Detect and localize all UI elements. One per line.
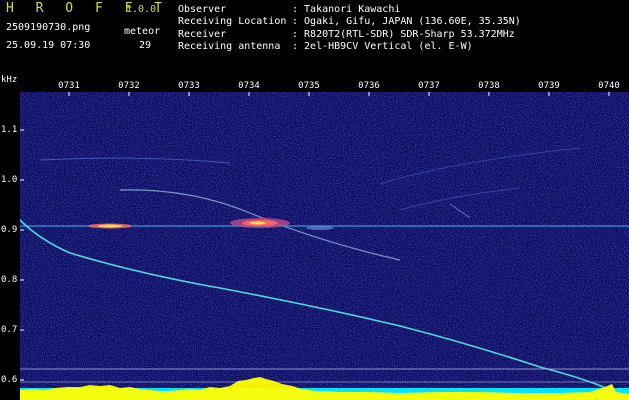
info-value: : R820T2(RTL-SDR) SDR-Sharp 53.372MHz — [292, 28, 515, 40]
freq-tick-label: 1.0 — [1, 175, 18, 185]
freq-tick-label: 0.6 — [1, 375, 18, 385]
app-version: 1.0.0 — [126, 4, 157, 15]
meteor-echo-core — [250, 221, 266, 225]
info-row-observer: Observer : Takanori Kawachi — [178, 4, 521, 16]
freq-unit-label: kHz — [1, 75, 18, 85]
info-value: : Takanori Kawachi — [292, 4, 401, 15]
spectrogram — [20, 92, 629, 400]
meteor-count: 29 — [139, 40, 152, 51]
time-tick-label: 0734 — [238, 81, 260, 91]
time-tick-label: 0732 — [118, 81, 140, 91]
freq-tick-label: 0.7 — [1, 325, 18, 335]
info-label: Receiving antenna — [178, 40, 281, 52]
freq-tick-label: 0.8 — [1, 275, 18, 285]
noise-texture — [20, 92, 629, 400]
info-label: Observer — [178, 4, 227, 15]
meteor-label: meteor — [124, 26, 161, 37]
freq-tick-label: 0.9 — [1, 225, 18, 235]
file-name: 2509190730.png — [6, 22, 91, 33]
time-tick-label: 0738 — [478, 81, 500, 91]
info-row-receiver: Receiver : R820T2(RTL-SDR) SDR-Sharp 53.3… — [178, 29, 521, 41]
info-label: Receiving Location — [178, 16, 287, 28]
date-time: 25.09.19 07:30 — [6, 40, 91, 51]
info-row-antenna: Receiving antenna : 2el-HB9CV Vertical (e… — [178, 41, 521, 53]
time-tick-label: 0737 — [418, 81, 440, 91]
header-panel: H R O F F T 1.0.0 2509190730.png 25.09.1… — [0, 0, 629, 72]
info-value: : 2el-HB9CV Vertical (el. E-W) — [292, 40, 473, 52]
time-tick-label: 0731 — [58, 81, 80, 91]
time-tick-label: 0740 — [598, 81, 620, 91]
station-info: Observer : Takanori Kawachi Receiving Loc… — [178, 4, 521, 53]
freq-tick-label: 1.1 — [1, 125, 18, 135]
time-tick-label: 0733 — [178, 81, 200, 91]
meteor-echo — [306, 226, 334, 230]
info-label: Receiver — [178, 28, 227, 40]
time-tick-label: 0735 — [298, 81, 320, 91]
info-row-location: Receiving Location : Ogaki, Gifu, JAPAN (… — [178, 16, 521, 28]
info-value: : Ogaki, Gifu, JAPAN (136.60E, 35.35N) — [292, 16, 521, 28]
time-tick-label: 0736 — [358, 81, 380, 91]
time-tick-label: 0739 — [538, 81, 560, 91]
meteor-echo-core — [98, 224, 122, 228]
